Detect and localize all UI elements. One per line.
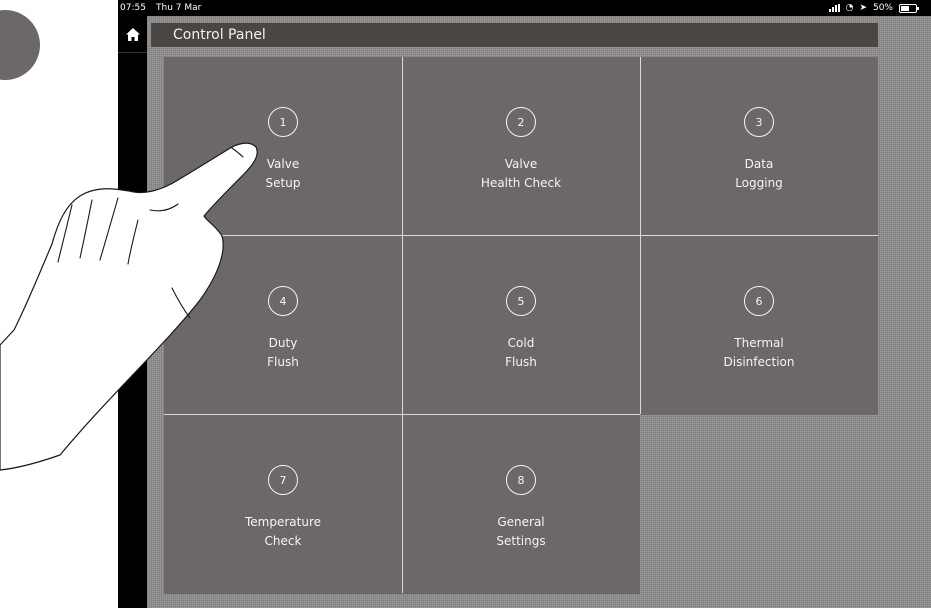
status-date: Thu 7 Mar — [156, 3, 202, 13]
tile-label: Valve Setup — [266, 155, 301, 193]
tile-number-badge: 5 — [506, 286, 536, 316]
tile-label-line: Settings — [496, 534, 546, 548]
tile-valve-setup[interactable]: 1 Valve Setup — [164, 57, 402, 236]
tile-label: Data Logging — [735, 155, 783, 193]
tile-number-badge: 3 — [744, 107, 774, 137]
tile-label-line: Duty — [268, 336, 298, 350]
tile-label: Cold Flush — [505, 334, 537, 372]
tile-label: Thermal Disinfection — [724, 334, 795, 372]
location-icon: ➤ — [859, 3, 867, 13]
tile-label-line: Disinfection — [723, 355, 795, 369]
tile-temperature-check[interactable]: 7 Temperature Check — [164, 415, 402, 594]
tile-data-logging[interactable]: 3 Data Logging — [640, 57, 878, 236]
tile-number-badge: 1 — [268, 107, 298, 137]
status-bar: 07:55 Thu 7 Mar ◔ ➤ 50% — [118, 0, 931, 16]
tile-label-line: Logging — [735, 176, 783, 190]
tile-label-line: Data — [744, 157, 774, 171]
status-time: 07:55 — [120, 3, 146, 13]
tile-label-line: Health Check — [480, 176, 562, 190]
tile-label-line: Flush — [267, 355, 299, 369]
tile-number-badge: 4 — [268, 286, 298, 316]
grid-divider — [402, 57, 403, 593]
tile-label-line: Flush — [505, 355, 537, 369]
tile-number-badge: 2 — [506, 107, 536, 137]
tile-label-line: Thermal — [734, 336, 784, 350]
wifi-icon: ◔ — [845, 3, 854, 13]
tile-valve-health-check[interactable]: 2 Valve Health Check — [402, 57, 640, 236]
step-indicator-circle — [0, 10, 40, 80]
tile-number-badge: 8 — [506, 465, 536, 495]
grid-divider — [164, 414, 640, 415]
tile-thermal-disinfection[interactable]: 6 Thermal Disinfection — [640, 236, 878, 415]
tile-label: General Settings — [496, 513, 545, 551]
tile-general-settings[interactable]: 8 General Settings — [402, 415, 640, 594]
tile-label-line: Temperature — [244, 515, 321, 529]
tile-number-badge: 7 — [268, 465, 298, 495]
status-indicators: ◔ ➤ 50% — [828, 0, 919, 16]
grid-divider — [164, 235, 878, 236]
page-title: Control Panel — [151, 23, 878, 47]
tile-label-line: Check — [264, 534, 302, 548]
battery-icon — [899, 3, 919, 13]
signal-icon — [828, 4, 840, 12]
home-button[interactable] — [118, 16, 147, 53]
home-icon — [125, 27, 141, 42]
tile-label-line: Cold — [507, 336, 535, 350]
tile-cold-flush[interactable]: 5 Cold Flush — [402, 236, 640, 415]
tile-label: Valve Health Check — [481, 155, 561, 193]
tile-label-line: Valve — [266, 157, 300, 171]
tile-label-line: General — [497, 515, 545, 529]
tile-label-line: Valve — [504, 157, 538, 171]
tile-label: Duty Flush — [267, 334, 299, 372]
tile-duty-flush[interactable]: 4 Duty Flush — [164, 236, 402, 415]
tile-number-badge: 6 — [744, 286, 774, 316]
control-panel-area: Control Panel 1 Valve Setup 2 Valve Heal… — [147, 16, 931, 608]
tile-label: Temperature Check — [245, 513, 321, 551]
tablet-screen: 07:55 Thu 7 Mar ◔ ➤ 50% Control Panel 1 … — [118, 0, 931, 608]
tile-label-line: Setup — [265, 176, 301, 190]
battery-percent: 50% — [872, 3, 893, 13]
